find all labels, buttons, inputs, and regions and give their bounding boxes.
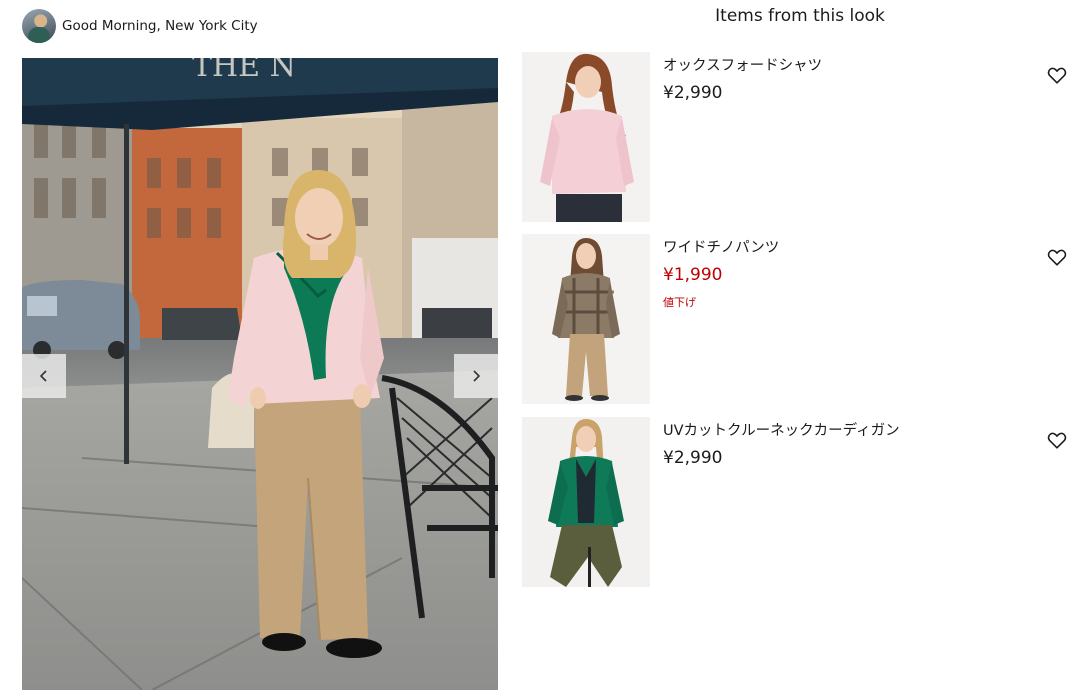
author-name[interactable]: Good Morning, New York City — [62, 18, 258, 34]
product-price: ¥2,990 — [663, 448, 723, 468]
favorite-button[interactable] — [1046, 429, 1068, 451]
heart-outline-icon — [1047, 249, 1067, 266]
favorite-button[interactable] — [1046, 64, 1068, 86]
carousel-next-button[interactable] — [454, 354, 498, 398]
heart-outline-icon — [1047, 432, 1067, 449]
oxford-shirt-model-image — [522, 52, 650, 222]
product-name[interactable]: UVカットクルーネックカーディガン — [663, 419, 900, 440]
product-sale-price: ¥1,990 — [663, 265, 723, 285]
heart-outline-icon — [1047, 67, 1067, 84]
product-image[interactable] — [522, 52, 650, 222]
carousel-prev-button[interactable] — [22, 354, 66, 398]
product-name[interactable]: ワイドチノパンツ — [663, 236, 779, 257]
uv-cut-cardigan-model-image — [522, 417, 650, 587]
svg-text:THE N: THE N — [192, 58, 296, 84]
avatar[interactable] — [22, 9, 56, 43]
product-card[interactable]: ワイドチノパンツ ¥1,990 値下げ — [522, 234, 1070, 404]
favorite-button[interactable] — [1046, 246, 1068, 268]
price-down-badge: 値下げ — [663, 296, 696, 309]
author-header[interactable]: Good Morning, New York City — [22, 8, 258, 44]
product-price: ¥2,990 — [663, 83, 723, 103]
wide-chino-pants-model-image — [522, 234, 650, 404]
product-image[interactable] — [522, 234, 650, 404]
product-name[interactable]: オックスフォードシャツ — [663, 54, 822, 75]
product-image[interactable] — [522, 417, 650, 587]
chevron-right-icon — [473, 370, 481, 382]
street-style-photo: THE N — [22, 58, 498, 690]
chevron-left-icon — [39, 370, 47, 382]
product-card[interactable]: オックスフォードシャツ ¥2,990 — [522, 52, 1070, 222]
look-photo: THE N — [22, 58, 498, 690]
section-title: Items from this look — [715, 6, 885, 26]
product-card[interactable]: UVカットクルーネックカーディガン ¥2,990 — [522, 417, 1070, 587]
